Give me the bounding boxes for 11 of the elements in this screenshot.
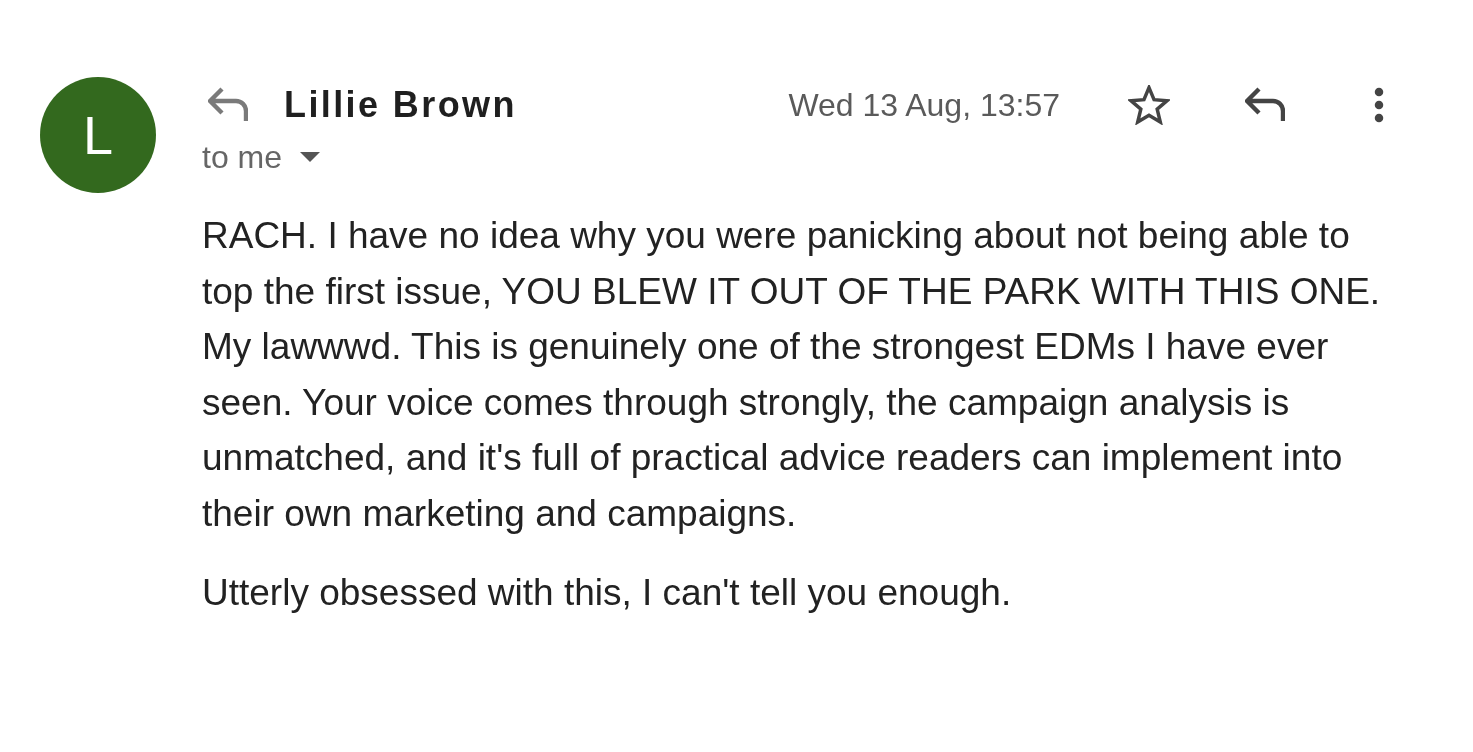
message-date: Wed 13 Aug, 13:57	[788, 86, 1060, 124]
recipient-label: to me	[202, 138, 283, 176]
sender-avatar: L	[40, 77, 156, 193]
reply-icon	[208, 87, 248, 123]
more-icon[interactable]	[1374, 87, 1384, 123]
star-icon[interactable]	[1128, 85, 1170, 125]
caret-icon[interactable]	[300, 152, 321, 162]
message-paragraph: Utterly obsessed with this, I can't tell you enough.	[202, 570, 1013, 615]
sender-name: Lillie Brown	[284, 84, 517, 126]
message-paragraph: RACH. I have no idea why you were panicking about not being able to top the first issue, YOU BLEW IT OUT OF THE PARK WITH THIS ONE. My lawwwd. This is genuinely one of the strongest EDMs I have ever seen. Your voice comes through strongly, the campaign analysis is unmatched, and it's full of practical advice readers can implement into their own marketing and campaigns.	[202, 214, 1382, 536]
reply-icon[interactable]	[1245, 87, 1285, 123]
